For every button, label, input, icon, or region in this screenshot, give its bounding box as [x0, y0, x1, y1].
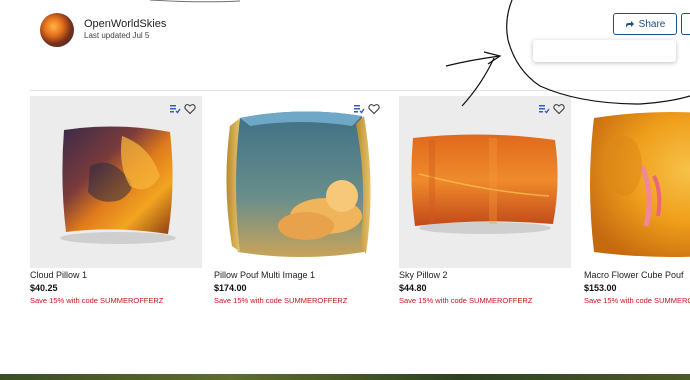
product-title[interactable]: Pillow Pouf Multi Image 1	[214, 270, 386, 280]
sky-pillow-image	[411, 134, 558, 234]
share-icon	[625, 21, 634, 28]
product-card[interactable]: Macro Flower Cube Pouf $153.00 Save 15% …	[584, 96, 690, 305]
product-card[interactable]: Sky Pillow 2 $44.80 Save 15% with code S…	[399, 96, 571, 305]
product-promo: Save 15% with code SUMMEROFFERZ	[584, 296, 690, 305]
product-price: $153.00	[584, 283, 617, 293]
product-promo: Save 15% with code SUMMEROFFERZ	[399, 296, 533, 305]
product-price: $44.80	[399, 283, 427, 293]
heart-icon[interactable]	[368, 102, 380, 115]
heart-icon[interactable]	[553, 102, 565, 115]
product-image[interactable]	[584, 96, 690, 268]
last-updated: Last updated Jul 5	[84, 31, 150, 40]
shop-header: OpenWorldSkies Last updated Jul 5 Share	[0, 0, 690, 92]
checklist-icon[interactable]	[538, 102, 550, 114]
share-label: Share	[638, 18, 666, 30]
macro-flower-image	[590, 112, 690, 257]
heart-icon[interactable]	[184, 102, 196, 115]
product-title[interactable]: Cloud Pillow 1	[30, 270, 202, 280]
shop-name[interactable]: OpenWorldSkies	[84, 18, 166, 30]
product-price: $40.25	[30, 283, 58, 293]
product-title[interactable]: Sky Pillow 2	[399, 270, 571, 280]
cloud-pillow-image	[60, 126, 176, 244]
product-card[interactable]: Pillow Pouf Multi Image 1 $174.00 Save 1…	[214, 96, 386, 305]
pillow-pouf-image	[226, 111, 371, 257]
checklist-icon[interactable]	[353, 102, 365, 114]
product-price: $174.00	[214, 283, 247, 293]
product-card[interactable]: Cloud Pillow 1 $40.25 Save 15% with code…	[30, 96, 202, 305]
product-title[interactable]: Macro Flower Cube Pouf	[584, 270, 690, 280]
shop-avatar[interactable]	[40, 13, 74, 47]
header-divider	[30, 90, 690, 91]
share-button[interactable]: Share	[613, 13, 677, 35]
share-popover	[533, 40, 676, 62]
product-image[interactable]	[214, 96, 386, 268]
product-image[interactable]	[30, 96, 202, 268]
product-promo: Save 15% with code SUMMEROFFERZ	[30, 296, 164, 305]
product-promo: Save 15% with code SUMMEROFFERZ	[214, 296, 348, 305]
checklist-icon[interactable]	[169, 102, 181, 114]
secondary-button[interactable]	[681, 13, 690, 35]
product-image[interactable]	[399, 96, 571, 268]
bottom-background-strip	[0, 374, 690, 380]
